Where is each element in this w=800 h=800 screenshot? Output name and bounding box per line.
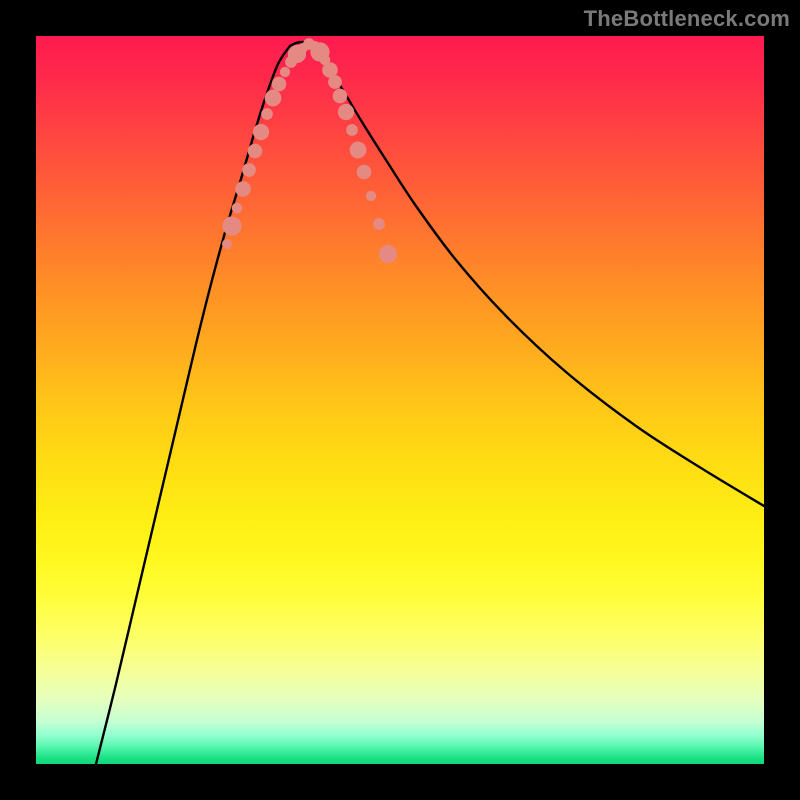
dots-left-dot bbox=[253, 124, 269, 140]
curve-right bbox=[312, 46, 764, 506]
dots-left-dot bbox=[280, 67, 290, 77]
dots-left-dot bbox=[232, 203, 243, 214]
dots-right-dot bbox=[328, 75, 342, 89]
dots-right-dot bbox=[350, 142, 367, 159]
dots-left-dot bbox=[222, 216, 241, 235]
dots-right-dot bbox=[366, 191, 376, 201]
dots-right-dot bbox=[338, 104, 354, 120]
dots-left-dot bbox=[272, 77, 287, 92]
dots-right-dot bbox=[379, 245, 397, 263]
chart-svg bbox=[36, 36, 764, 764]
dots-left-dot bbox=[242, 163, 256, 177]
dots-left-dot bbox=[248, 144, 263, 159]
chart-frame: TheBottleneck.com bbox=[0, 0, 800, 800]
plot-area bbox=[36, 36, 764, 764]
dots-right-dot bbox=[346, 124, 358, 136]
dots-left-dot bbox=[261, 108, 273, 120]
dots-right-dot bbox=[357, 165, 372, 180]
dots-right-dot bbox=[333, 89, 348, 104]
dots-right-dot bbox=[373, 218, 385, 230]
dots-left-dot bbox=[265, 90, 282, 107]
watermark-label: TheBottleneck.com bbox=[584, 6, 790, 32]
dots-left-dot bbox=[235, 181, 251, 197]
dots-left-dot bbox=[222, 239, 232, 249]
